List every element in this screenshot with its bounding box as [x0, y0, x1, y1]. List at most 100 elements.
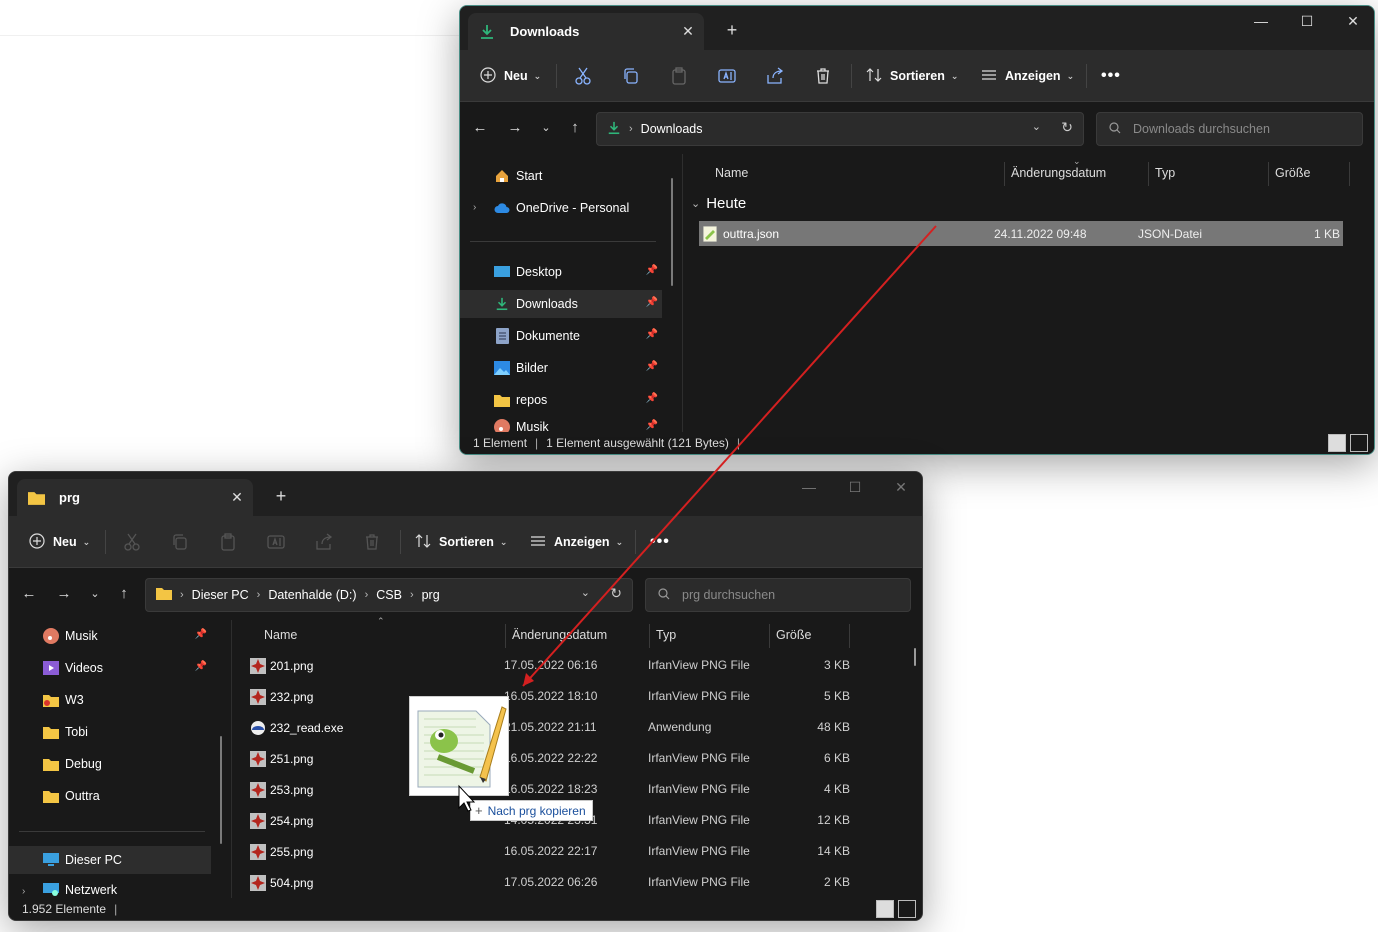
new-tab-button[interactable]: + [271, 486, 291, 506]
details-view-button[interactable] [1328, 434, 1346, 452]
paste-icon[interactable] [669, 66, 689, 86]
breadcrumb-drive[interactable]: Datenhalde (D:) [268, 588, 356, 602]
refresh-icon[interactable]: ↻ [610, 585, 622, 602]
column-divider[interactable] [1268, 162, 1269, 186]
column-header-type[interactable]: Typ [1155, 154, 1175, 192]
column-header-size[interactable]: Größe [1275, 154, 1310, 192]
nav-item-onedrive[interactable]: OneDrive - Personal [460, 194, 662, 222]
breadcrumb-prg[interactable]: prg [422, 588, 440, 602]
address-dropdown-chevron-icon[interactable]: ⌄ [581, 586, 590, 599]
details-view-button[interactable] [876, 900, 894, 918]
tab-prg[interactable]: prg ✕ [17, 479, 253, 516]
group-header[interactable]: ⌄ Heute [691, 190, 746, 216]
table-row-selected[interactable]: outtra.json 24.11.2022 09:48 JSON-Datei … [699, 221, 1343, 246]
large-icons-view-button[interactable] [898, 900, 916, 918]
column-header-date[interactable]: Änderungsdatum [512, 616, 607, 654]
column-divider[interactable] [1004, 162, 1005, 186]
address-bar[interactable]: › Downloads ⌄ ↻ [596, 112, 1084, 146]
nav-item-this-pc[interactable]: Dieser PC [9, 846, 211, 874]
column-header-size[interactable]: Größe [776, 616, 811, 654]
nav-scrollbar[interactable] [220, 736, 222, 844]
breadcrumb-csb[interactable]: CSB [376, 588, 402, 602]
status-bar: 1 Element | 1 Element ausgewählt (121 By… [460, 432, 1374, 454]
column-divider[interactable] [769, 624, 770, 648]
view-button[interactable]: Anzeigen ⌄ [981, 62, 1074, 90]
cut-icon[interactable] [573, 66, 593, 86]
up-arrow-icon[interactable]: ↑ [565, 118, 585, 138]
search-input[interactable]: Downloads durchsuchen [1096, 112, 1363, 146]
address-dropdown-chevron-icon[interactable]: ⌄ [1032, 120, 1041, 133]
breadcrumb-this-pc[interactable]: Dieser PC [192, 588, 249, 602]
column-header-name[interactable]: Name [715, 154, 748, 192]
table-row[interactable]: 251.png 16.05.2022 22:22 IrfanView PNG Fil… [248, 743, 908, 774]
search-placeholder: Downloads durchsuchen [1133, 122, 1270, 136]
nav-item-repos[interactable]: repos 📌 [460, 386, 662, 414]
close-window-button[interactable]: ✕ [1330, 6, 1374, 38]
column-header-name[interactable]: Name [264, 616, 297, 654]
tab-downloads[interactable]: Downloads ✕ [468, 13, 704, 50]
table-row[interactable]: 232_read.exe 21.05.2022 21:11 Anwendung 48 … [248, 712, 908, 743]
back-arrow-icon[interactable]: ← [19, 584, 39, 604]
nav-item-music[interactable]: Musik 📌 [9, 622, 211, 650]
delete-icon[interactable] [813, 66, 833, 86]
new-button[interactable]: Neu ⌄ [29, 528, 90, 556]
column-header-type[interactable]: Typ [656, 616, 676, 654]
nav-item-debug[interactable]: Debug [9, 750, 211, 778]
column-divider[interactable] [1349, 162, 1350, 186]
forward-arrow-icon[interactable]: → [54, 584, 74, 604]
close-tab-icon[interactable]: ✕ [229, 489, 245, 505]
sort-button[interactable]: Sortieren ⌄ [415, 528, 507, 556]
close-tab-icon[interactable]: ✕ [680, 23, 696, 39]
column-divider[interactable] [1148, 162, 1149, 186]
nav-item-pictures[interactable]: Bilder 📌 [460, 354, 662, 382]
breadcrumb-downloads[interactable]: Downloads [641, 122, 703, 136]
back-arrow-icon[interactable]: ← [470, 118, 490, 138]
nav-item-tobi[interactable]: Tobi [9, 718, 211, 746]
address-bar[interactable]: › Dieser PC › Datenhalde (D:) › CSB › pr… [145, 578, 633, 612]
column-divider[interactable] [649, 624, 650, 648]
delete-icon[interactable] [362, 532, 382, 552]
table-row[interactable]: 255.png 16.05.2022 22:17 IrfanView PNG Fil… [248, 836, 908, 867]
column-header-date[interactable]: Änderungsdatum [1011, 154, 1106, 192]
content-scrollbar[interactable] [914, 648, 916, 666]
rename-icon[interactable] [266, 532, 286, 552]
forward-arrow-icon[interactable]: → [505, 118, 525, 138]
nav-item-desktop[interactable]: Desktop 📌 [460, 258, 662, 286]
nav-item-w3[interactable]: W3 [9, 686, 211, 714]
large-icons-view-button[interactable] [1350, 434, 1368, 452]
nav-item-start[interactable]: Start [460, 162, 662, 190]
new-button[interactable]: Neu ⌄ [480, 62, 541, 90]
nav-item-videos[interactable]: Videos 📌 [9, 654, 211, 682]
maximize-button[interactable]: ☐ [1284, 6, 1330, 38]
close-window-button[interactable]: ✕ [878, 472, 922, 504]
up-arrow-icon[interactable]: ↑ [114, 584, 134, 604]
copy-icon[interactable] [170, 532, 190, 552]
paste-icon[interactable] [218, 532, 238, 552]
nav-item-downloads[interactable]: Downloads 📌 [460, 290, 662, 318]
table-row[interactable]: 232.png 16.05.2022 18:10 IrfanView PNG Fil… [248, 681, 908, 712]
sort-button[interactable]: Sortieren ⌄ [866, 62, 958, 90]
minimize-button[interactable]: — [786, 472, 832, 504]
column-divider[interactable] [849, 624, 850, 648]
copy-icon[interactable] [621, 66, 641, 86]
nav-scrollbar[interactable] [671, 178, 673, 286]
column-divider[interactable] [505, 624, 506, 648]
more-options-button[interactable]: ••• [650, 528, 670, 556]
more-options-button[interactable]: ••• [1101, 62, 1121, 90]
recent-locations-chevron-icon[interactable]: ⌄ [536, 118, 556, 138]
minimize-button[interactable]: — [1238, 6, 1284, 38]
view-button[interactable]: Anzeigen ⌄ [530, 528, 623, 556]
new-tab-button[interactable]: + [722, 20, 742, 40]
search-input[interactable]: prg durchsuchen [645, 578, 911, 612]
share-icon[interactable] [765, 66, 785, 86]
nav-item-documents[interactable]: Dokumente 📌 [460, 322, 662, 350]
nav-item-outtra[interactable]: Outtra [9, 782, 211, 810]
cut-icon[interactable] [122, 532, 142, 552]
share-icon[interactable] [314, 532, 334, 552]
recent-locations-chevron-icon[interactable]: ⌄ [85, 584, 105, 604]
table-row[interactable]: 504.png 17.05.2022 06:26 IrfanView PNG Fil… [248, 867, 908, 898]
maximize-button[interactable]: ☐ [832, 472, 878, 504]
rename-icon[interactable] [717, 66, 737, 86]
table-row[interactable]: 201.png 17.05.2022 06:16 IrfanView PNG Fil… [248, 650, 908, 681]
refresh-icon[interactable]: ↻ [1061, 119, 1073, 136]
